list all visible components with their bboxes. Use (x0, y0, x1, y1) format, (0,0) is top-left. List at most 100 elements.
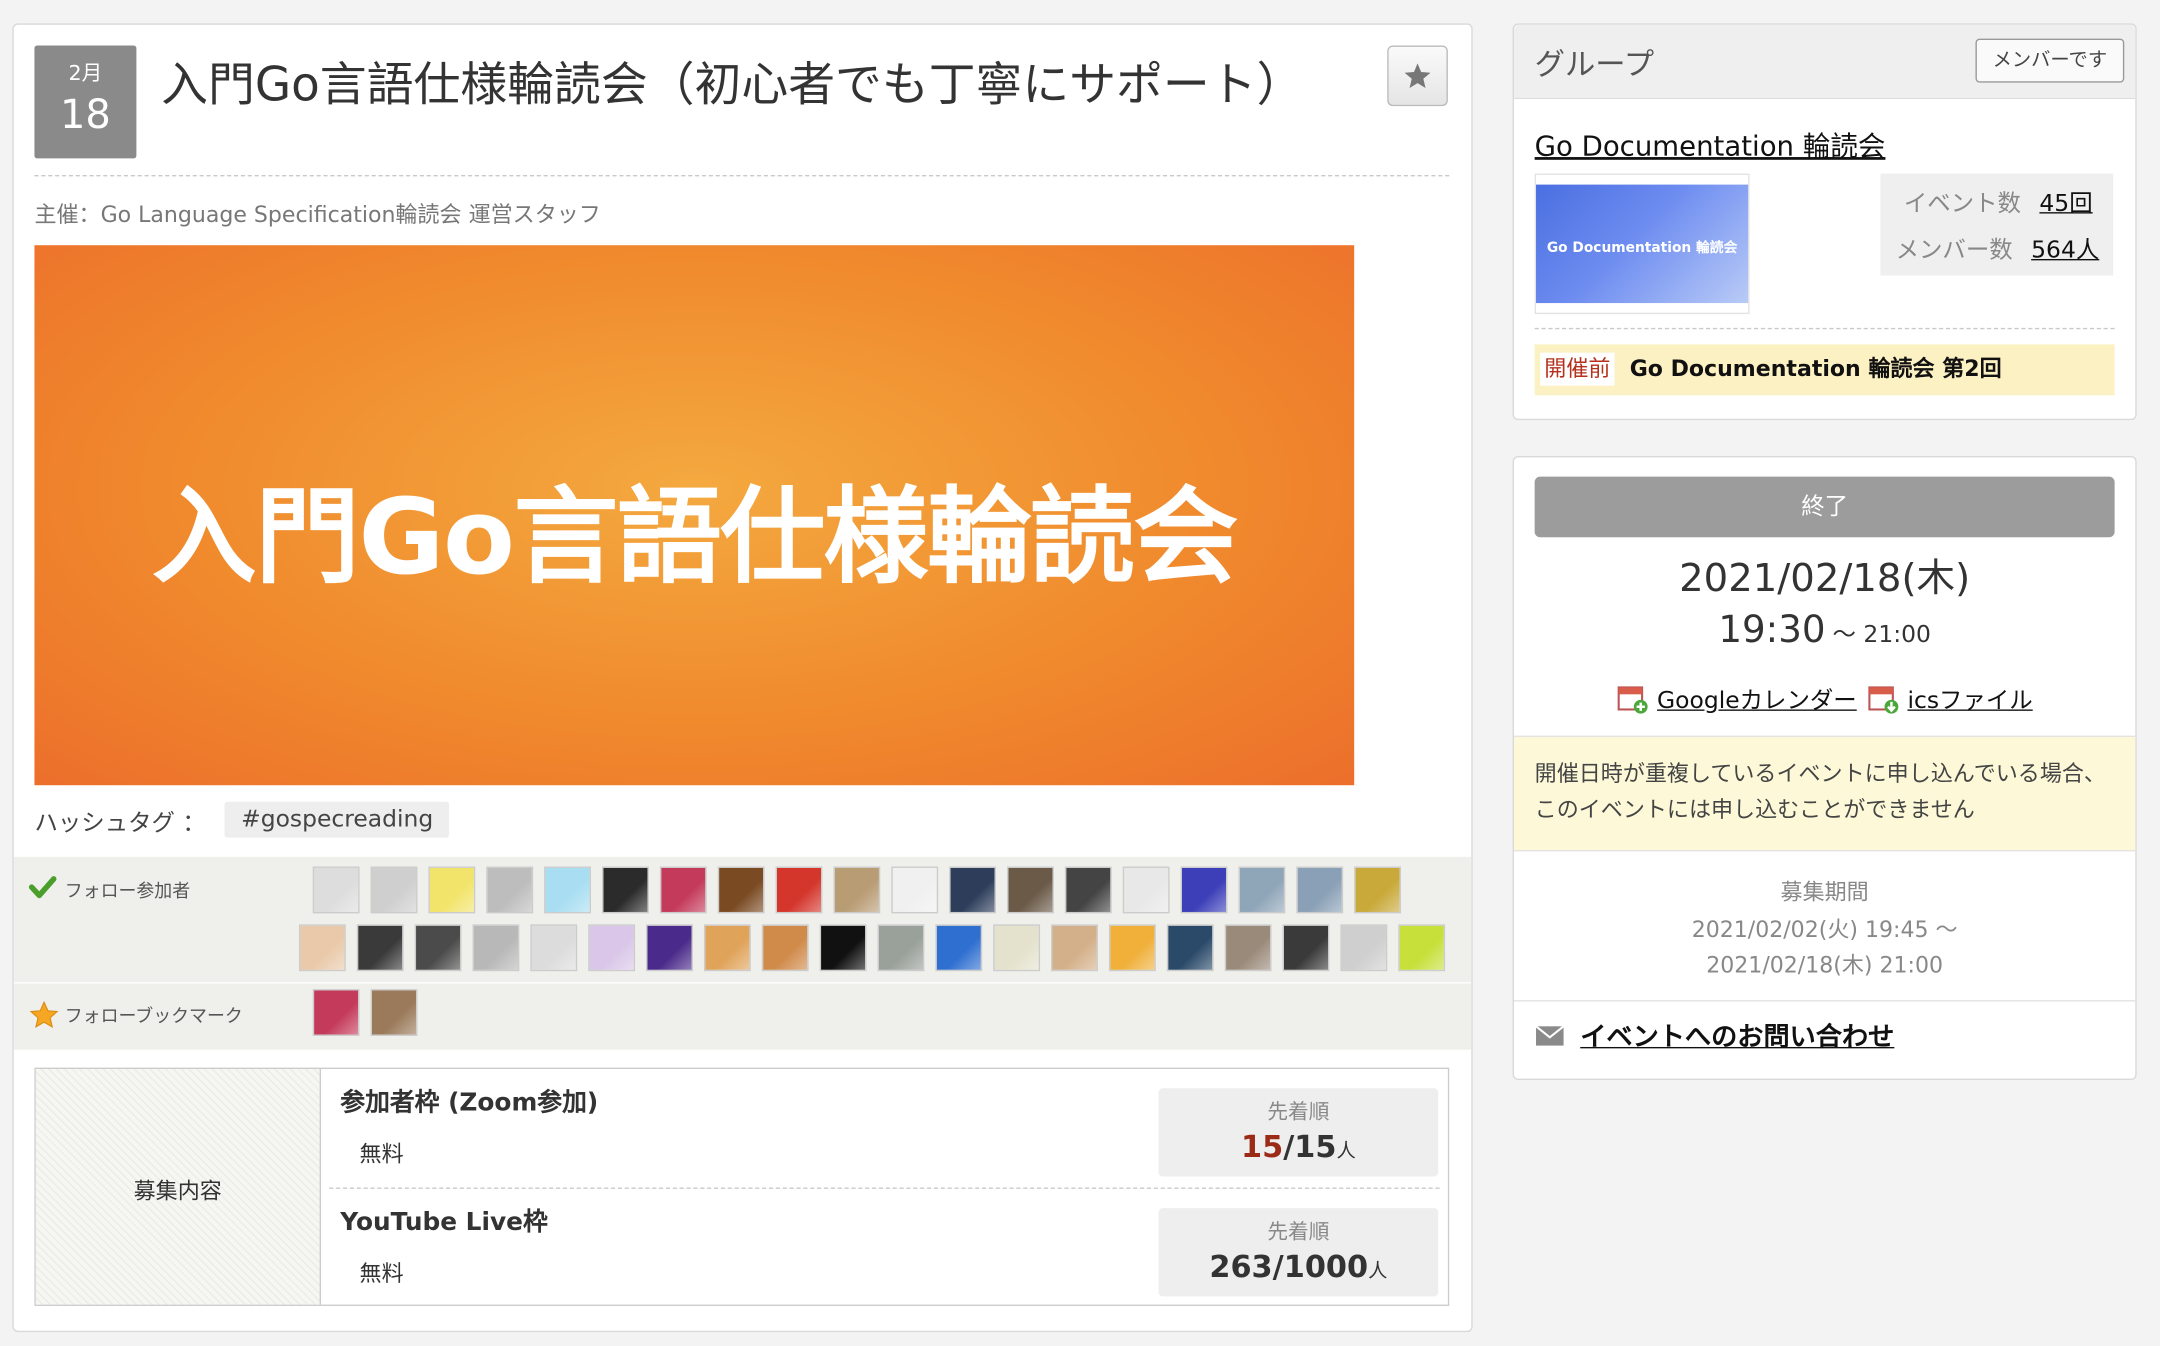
envelope-icon (1535, 1024, 1565, 1045)
ticket-price: 無料 (359, 1260, 404, 1287)
follower-avatar[interactable] (1398, 924, 1446, 972)
follower-avatar[interactable] (1122, 866, 1170, 914)
follower-avatar[interactable] (1064, 866, 1112, 914)
follower-avatar[interactable] (602, 866, 649, 914)
ticket-capacity-box: 先着順 263/1000人 (1158, 1208, 1439, 1297)
follower-avatar[interactable] (530, 924, 578, 972)
group-name-link[interactable]: Go Documentation 輪読会 (1535, 124, 1886, 164)
event-organizer[interactable]: 主催：Go Language Specification輪読会 運営スタッフ (34, 196, 600, 229)
events-count-label: イベント数 (1903, 190, 2021, 218)
follower-avatar[interactable] (356, 924, 404, 972)
ticket-current: 263 (1209, 1250, 1273, 1286)
participant-avatars-row2 (298, 924, 1456, 974)
follower-avatar[interactable] (833, 866, 881, 914)
follower-avatar[interactable] (1282, 924, 1330, 972)
recruitment-table: 募集内容 参加者枠 (Zoom参加) 無料 先着順 15/15人 YouTube… (34, 1067, 1450, 1306)
follower-avatar[interactable] (761, 924, 809, 972)
follower-avatar[interactable] (298, 924, 346, 972)
follower-avatar[interactable] (659, 866, 707, 914)
status-button[interactable]: 終了 (1534, 476, 2115, 538)
follow-participants-label: フォロー参加者 (64, 881, 191, 903)
follower-avatar[interactable] (703, 924, 751, 972)
ticket-current: 15 (1241, 1131, 1284, 1166)
follower-avatar[interactable] (428, 866, 476, 914)
members-count-link[interactable]: 564人 (2031, 237, 2099, 265)
hashtag-label: ハッシュタグ ： (34, 810, 206, 838)
follower-avatar[interactable] (1180, 866, 1228, 914)
group-stats: イベント数 45回 メンバー数 564人 (1880, 173, 2114, 276)
event-banner-text: 入門Go言語仕様輪読会 (151, 475, 1238, 598)
follower-avatar[interactable] (370, 866, 418, 914)
follower-avatar[interactable] (949, 866, 997, 914)
follower-avatar[interactable] (717, 866, 765, 914)
follower-avatar[interactable] (1051, 924, 1098, 972)
follower-avatar[interactable] (312, 989, 360, 1036)
follower-avatar[interactable] (544, 866, 591, 914)
follower-avatar[interactable] (1296, 866, 1344, 914)
follower-avatar[interactable] (1354, 866, 1402, 914)
recruitment-label: 募集内容 (133, 1177, 222, 1205)
follower-avatar[interactable] (1108, 924, 1156, 972)
upcoming-event[interactable]: 開催前 Go Documentation 輪読会 第2回 (1534, 344, 2115, 396)
contact-divider (1513, 1000, 2136, 1002)
follow-participants-row: フォロー参加者 (13, 857, 1472, 984)
event-panel: 2月 18 入門Go言語仕様輪読会（初心者でも丁寧にサポート） 主催：Go La… (12, 23, 1473, 1333)
follower-avatar[interactable] (472, 924, 520, 972)
follower-avatar[interactable] (588, 924, 636, 972)
follower-avatar[interactable] (486, 866, 534, 914)
group-heading: グループ (1534, 48, 1655, 83)
event-title: 入門Go言語仕様輪読会（初心者でも丁寧にサポート） (161, 57, 1304, 113)
check-icon (28, 876, 57, 899)
download-icon (1868, 685, 1899, 713)
ics-file-link[interactable]: icsファイル (1907, 687, 2032, 715)
event-date-month: 2月 (68, 60, 103, 86)
ticket-unit: 人 (1336, 1140, 1356, 1163)
ticket-unit: 人 (1368, 1260, 1388, 1283)
overlap-notice: 開催日時が重複しているイベントに申し込んでいる場合、このイベントには申し込むこと… (1513, 735, 2136, 852)
event-time: 19:30 〜 21:00 (1514, 609, 2135, 652)
hashtag-tag[interactable]: #gospecreading (224, 801, 450, 838)
contact-row[interactable]: イベントへのお問い合わせ (1535, 1017, 1894, 1054)
follower-avatar[interactable] (891, 866, 939, 914)
event-date: 2021/02/18(木) (1679, 555, 1971, 601)
group-divider (1534, 327, 2115, 330)
group-thumbnail-text: Go Documentation 輪読会 (1546, 241, 1738, 257)
follower-avatar[interactable] (877, 924, 925, 972)
ticket-price: 無料 (359, 1140, 404, 1167)
follower-avatar[interactable] (1340, 924, 1388, 972)
follow-bookmark-row: フォローブックマーク (14, 984, 1472, 1050)
follower-avatar[interactable] (312, 866, 360, 914)
bookmark-button[interactable] (1387, 45, 1448, 107)
overlap-notice-text: 開催日時が重複しているイベントに申し込んでいる場合、このイベントには申し込むこと… (1534, 760, 2106, 823)
follower-avatar[interactable] (775, 866, 823, 914)
follower-avatar[interactable] (935, 924, 983, 972)
follower-avatar[interactable] (370, 989, 418, 1036)
follower-avatar[interactable] (1224, 924, 1272, 972)
follower-avatar[interactable] (1238, 866, 1286, 914)
ticket-divider (329, 1187, 1440, 1189)
participant-avatars-row1 (312, 866, 1456, 917)
follower-avatar[interactable] (993, 924, 1041, 972)
follower-avatar[interactable] (819, 924, 867, 972)
event-date-badge: 2月 18 (34, 45, 137, 159)
follow-bookmark-label: フォローブックマーク (64, 1007, 243, 1028)
follower-avatar[interactable] (1166, 924, 1214, 972)
ticket-name: YouTube Live枠 (340, 1208, 548, 1238)
contact-link[interactable]: イベントへのお問い合わせ (1580, 1022, 1894, 1052)
ticket-method: 先着順 (1267, 1219, 1330, 1244)
recruit-period-end: 2021/02/18(木) 21:00 (1706, 951, 1944, 979)
follower-avatar[interactable] (414, 924, 462, 972)
calendar-add-icon (1618, 685, 1649, 713)
ticket-slash: / (1283, 1131, 1295, 1166)
end-time: 〜 21:00 (1832, 621, 1931, 649)
recruitment-label-cell: 募集内容 (35, 1069, 321, 1305)
follower-avatar[interactable] (646, 924, 693, 972)
follower-avatar[interactable] (1007, 866, 1054, 914)
ticket-capacity: 1000 (1283, 1250, 1369, 1286)
group-panel: グループ メンバーです Go Documentation 輪読会 Go Docu… (1512, 23, 2137, 421)
google-calendar-link[interactable]: Googleカレンダー (1657, 687, 1857, 715)
followers-block: フォロー参加者 フォローブックマーク (13, 856, 1472, 1050)
ticket-capacity-box: 先着順 15/15人 (1158, 1088, 1439, 1177)
events-count-link[interactable]: 45回 (2039, 190, 2092, 218)
group-thumbnail[interactable]: Go Documentation 輪読会 (1534, 173, 1750, 315)
